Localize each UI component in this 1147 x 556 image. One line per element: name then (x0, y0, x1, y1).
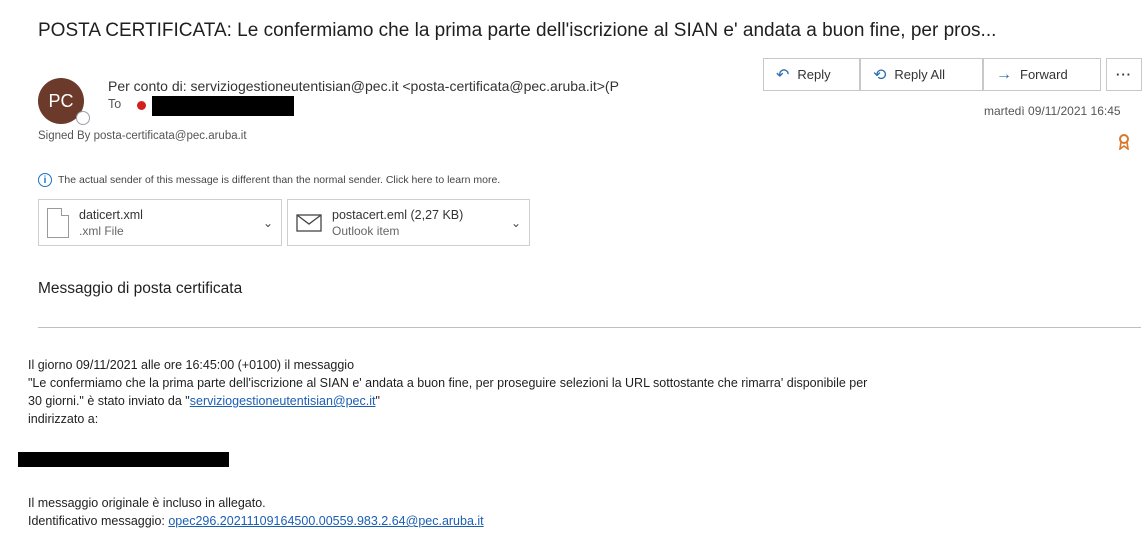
reply-all-arrow-icon: ⟲ (873, 66, 887, 84)
forward-button[interactable]: → Forward (983, 58, 1101, 91)
certified-ribbon-icon[interactable] (1118, 134, 1130, 155)
attachment-name: postacert.eml (2,27 KB) (332, 207, 464, 222)
chevron-down-icon[interactable]: ⌄ (511, 216, 521, 230)
body-line-3: 30 giorni." è stato inviato da "servizio… (28, 394, 380, 408)
reply-label: Reply (797, 67, 831, 82)
attachment-daticert[interactable]: daticert.xml .xml File ⌄ (38, 199, 282, 246)
body-line-6: Identificativo messaggio: opec296.202111… (28, 514, 484, 528)
message-date: martedì 09/11/2021 16:45 (984, 104, 1121, 118)
line3-suffix: " (375, 394, 380, 408)
attachment-name: daticert.xml (79, 207, 143, 222)
reply-all-label: Reply All (894, 67, 945, 82)
reply-arrow-icon: ↶ (776, 66, 790, 84)
forward-label: Forward (1020, 67, 1068, 82)
avatar-initials: PC (48, 90, 74, 111)
attachment-type: .xml File (79, 223, 124, 238)
sender-email-link[interactable]: serviziogestioneutentisian@pec.it (190, 394, 376, 408)
signed-by-line: Signed By posta-certificata@pec.aruba.it (38, 130, 247, 142)
envelope-icon (296, 213, 322, 232)
message-id-link[interactable]: opec296.20211109164500.00559.983.2.64@pe… (168, 514, 483, 528)
ribbon-icon-svg (1118, 134, 1130, 151)
reply-button[interactable]: ↶ Reply (763, 58, 860, 91)
chevron-down-icon[interactable]: ⌄ (263, 216, 273, 230)
recipient-status-dot-icon (137, 101, 146, 110)
info-bar-text: The actual sender of this message is dif… (58, 174, 501, 186)
info-icon: i (38, 173, 52, 187)
presence-status-icon (76, 111, 90, 125)
redacted-recipient-address (18, 452, 229, 467)
line6-prefix: Identificativo messaggio: (28, 514, 169, 528)
redacted-recipient (152, 96, 294, 116)
more-actions-button[interactable]: ··· (1106, 58, 1142, 91)
sender-from-line[interactable]: Per conto di: serviziogestioneutentisian… (108, 78, 619, 94)
sender-info-bar[interactable]: i The actual sender of this message is d… (38, 173, 500, 187)
line3-prefix: 30 giorni." è stato inviato da " (28, 394, 190, 408)
body-line-2: "Le confermiamo che la prima parte dell'… (28, 376, 868, 390)
email-subject: POSTA CERTIFICATA: Le confermiamo che la… (38, 20, 997, 41)
attachment-type: Outlook item (332, 223, 400, 238)
attachment-postacert[interactable]: postacert.eml (2,27 KB) Outlook item ⌄ (287, 199, 530, 246)
body-heading: Messaggio di posta certificata (38, 280, 243, 297)
body-line-1: Il giorno 09/11/2021 alle ore 16:45:00 (… (28, 358, 355, 372)
file-icon (47, 207, 69, 238)
reply-all-button[interactable]: ⟲ Reply All (860, 58, 983, 91)
to-label: To (108, 97, 122, 111)
body-line-4: indirizzato a: (28, 412, 99, 426)
body-line-5: Il messaggio originale è incluso in alle… (28, 496, 266, 510)
forward-arrow-icon: → (996, 65, 1012, 83)
divider (38, 327, 1141, 328)
